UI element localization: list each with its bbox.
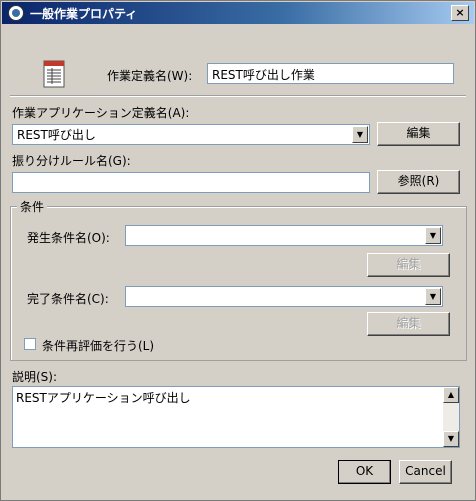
scroll-up-icon[interactable]: ▲ xyxy=(443,387,459,403)
cancel-button[interactable]: Cancel xyxy=(399,460,452,484)
app-definition-combo[interactable]: REST呼び出し ▼ xyxy=(12,124,370,145)
start-condition-edit-button[interactable]: 編集 xyxy=(367,253,450,277)
app-icon xyxy=(8,5,24,21)
description-label: 説明(S): xyxy=(12,370,58,384)
end-condition-label: 完了条件名(C): xyxy=(27,292,109,306)
end-condition-combo[interactable]: ▼ xyxy=(125,286,443,307)
routing-rule-label: 振り分けルール名(G): xyxy=(12,154,131,168)
title-bar[interactable]: 一般作業プロパティ × xyxy=(2,2,474,24)
reevaluate-label[interactable]: 条件再評価を行う(L) xyxy=(42,337,154,354)
description-textarea[interactable]: RESTアプリケーション呼び出し ▲ ▼ xyxy=(12,386,460,448)
document-list-icon xyxy=(43,60,65,88)
end-condition-edit-button[interactable]: 編集 xyxy=(367,312,450,336)
app-definition-value: REST呼び出し xyxy=(17,128,96,142)
scroll-down-icon[interactable]: ▼ xyxy=(443,431,459,447)
app-definition-label: 作業アプリケーション定義名(A): xyxy=(12,106,190,120)
ok-button[interactable]: OK xyxy=(338,460,391,484)
dropdown-arrow-icon[interactable]: ▼ xyxy=(425,288,441,305)
app-definition-edit-button[interactable]: 編集 xyxy=(377,122,460,146)
definition-name-label: 作業定義名(W): xyxy=(107,69,193,83)
window-title: 一般作業プロパティ xyxy=(30,7,138,21)
conditions-group-label: 条件 xyxy=(17,198,48,215)
description-text: RESTアプリケーション呼び出し xyxy=(16,391,191,405)
close-button[interactable]: × xyxy=(451,5,469,21)
start-condition-combo[interactable]: ▼ xyxy=(125,225,443,246)
reevaluate-checkbox[interactable] xyxy=(24,338,36,350)
start-condition-label: 発生条件名(O): xyxy=(27,231,110,245)
dropdown-arrow-icon[interactable]: ▼ xyxy=(425,227,441,244)
routing-rule-browse-button[interactable]: 参照(R) xyxy=(377,170,460,194)
vertical-scrollbar[interactable]: ▲ ▼ xyxy=(443,387,459,447)
dropdown-arrow-icon[interactable]: ▼ xyxy=(352,126,368,143)
definition-name-input[interactable]: REST呼び出し作業 xyxy=(207,63,454,84)
routing-rule-input[interactable] xyxy=(12,172,370,193)
separator xyxy=(10,95,466,97)
